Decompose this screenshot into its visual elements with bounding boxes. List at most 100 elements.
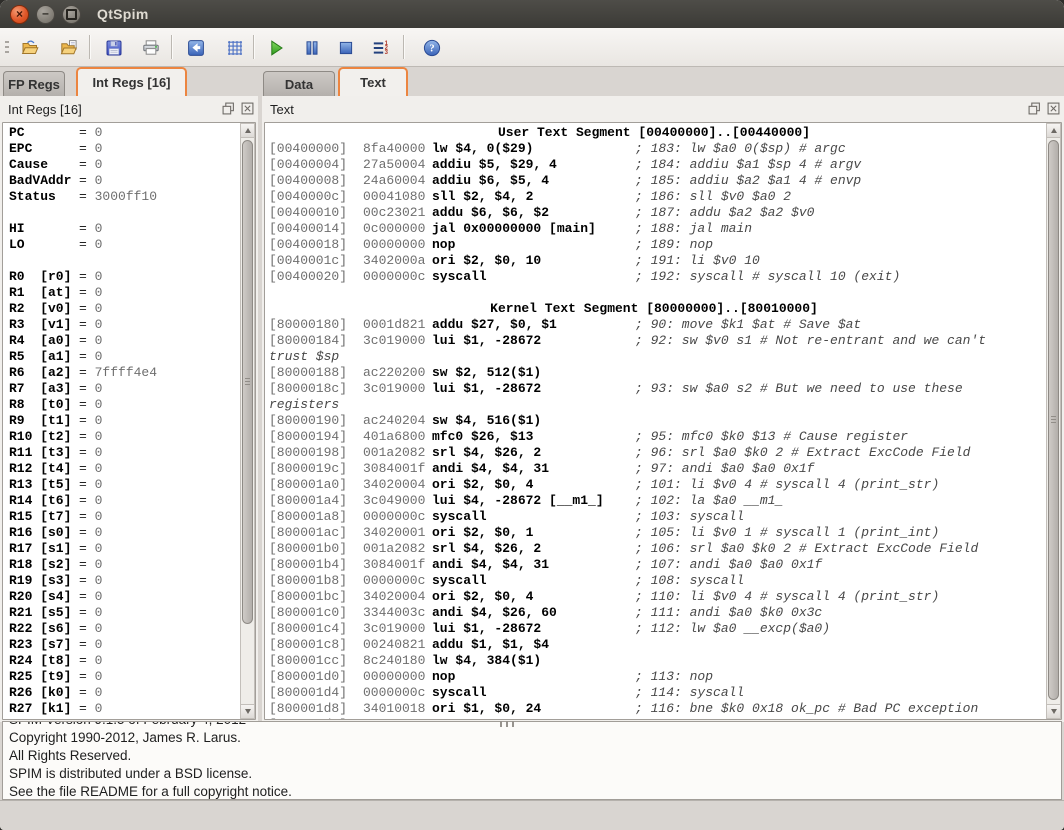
register-row: R0 [r0]= 0 [3, 269, 255, 285]
float-panel-icon[interactable] [222, 102, 235, 115]
register-list: PC = 0EPC = 0Cause= 0BadVAddr= 0Status= … [2, 122, 256, 720]
tab-text[interactable]: Text [338, 67, 408, 96]
scroll-up-arrow[interactable] [241, 124, 254, 138]
code-row: [800001d8]34010018ori $1, $0, 24; 116: b… [265, 701, 1061, 717]
code-row: [800001a8]0000000csyscall; 103: syscall [265, 509, 1061, 525]
close-panel-icon[interactable] [1047, 102, 1060, 115]
status-bar [0, 800, 1064, 830]
code-continuation-line: registers [265, 397, 1061, 413]
scrollbar-thumb[interactable] [1048, 140, 1059, 700]
close-window-button[interactable]: × [10, 5, 29, 24]
maximize-icon [66, 9, 77, 20]
register-row: R8 [t0]= 0 [3, 397, 255, 413]
single-step-button[interactable]: 123 [367, 34, 395, 61]
register-row: R21 [s5]= 0 [3, 605, 255, 621]
reinitialize-and-load-button[interactable] [55, 34, 83, 61]
scroll-down-arrow[interactable] [1047, 704, 1060, 718]
code-row: [80000188]ac220200sw $2, 512($1) [265, 365, 1061, 381]
save-log-button[interactable] [100, 34, 128, 61]
register-row: LO = 0 [3, 237, 255, 253]
stop-icon [336, 38, 356, 58]
register-row: Status= 3000ff10 [3, 189, 255, 205]
code-row: [800001c0]3344003candi $4, $26, 60; 111:… [265, 605, 1061, 621]
code-row: [0040000c]00041080sll $2, $4, 2; 186: sl… [265, 189, 1061, 205]
tab-int-regs[interactable]: Int Regs [16] [76, 67, 187, 96]
console-line: See the file README for a full copyright… [9, 783, 1055, 800]
code-row: [80000184]3c019000lui $1, -28672; 92: sw… [265, 333, 1061, 349]
int-regs-panel: Int Regs [16] PC = 0EPC = 0Cause= 0BadVA… [0, 96, 258, 722]
folder-file-icon [59, 38, 79, 58]
register-row: R11 [t3]= 0 [3, 445, 255, 461]
back-arrow-icon [186, 38, 206, 58]
register-row: R24 [t8]= 0 [3, 653, 255, 669]
console-line: SPIM Version 9.1.5 of February 4, 2012 [9, 721, 1055, 729]
code-row: [800001b0]001a2082srl $4, $26, 2; 106: s… [265, 541, 1061, 557]
code-row: [80000190]ac240204sw $4, 516($1) [265, 413, 1061, 429]
register-row-blank [3, 253, 255, 269]
scrollbar-thumb[interactable] [242, 140, 253, 624]
open-file-button[interactable] [16, 34, 44, 61]
code-row: [00400020]0000000csyscall; 192: syscall … [265, 269, 1061, 285]
register-row: R1 [at]= 0 [3, 285, 255, 301]
tab-label: Text [360, 75, 386, 90]
minimize-window-button[interactable]: – [36, 5, 55, 24]
console-line: All Rights Reserved. [9, 747, 1055, 765]
console-line: SPIM is distributed under a BSD license. [9, 765, 1055, 783]
code-row: [00400004]27a50004addiu $5, $29, 4; 184:… [265, 157, 1061, 173]
tab-data[interactable]: Data [263, 71, 335, 96]
toolbar-separator [171, 35, 173, 59]
help-button[interactable]: ? [418, 34, 446, 61]
register-row: R26 [k0]= 0 [3, 685, 255, 701]
stop-button[interactable] [332, 34, 360, 61]
help-icon: ? [422, 38, 442, 58]
qtspim-window: × – QtSpim [0, 0, 1064, 830]
window-title: QtSpim [97, 6, 149, 22]
register-row: HI = 0 [3, 221, 255, 237]
code-row: [8000019c]3084001fandi $4, $4, 31; 97: a… [265, 461, 1061, 477]
tab-fp-regs[interactable]: FP Regs [3, 71, 65, 96]
text-scrollbar[interactable] [1046, 123, 1061, 719]
pause-button[interactable] [298, 34, 326, 61]
run-button[interactable] [262, 34, 290, 61]
play-icon [266, 38, 286, 58]
reinitialize-simulator-button[interactable] [221, 34, 249, 61]
numbered-list-icon: 123 [371, 38, 391, 58]
code-row: [800001b8]0000000csyscall; 108: syscall [265, 573, 1061, 589]
clear-registers-button[interactable] [182, 34, 210, 61]
floppy-save-icon [104, 38, 124, 58]
close-icon: × [16, 8, 23, 20]
splitter-handle[interactable] [494, 721, 520, 727]
float-panel-icon[interactable] [1028, 102, 1041, 115]
register-row: R22 [s6]= 0 [3, 621, 255, 637]
register-row: R13 [t5]= 0 [3, 477, 255, 493]
register-row: R5 [a1]= 0 [3, 349, 255, 365]
maximize-window-button[interactable] [62, 5, 81, 24]
register-row: R18 [s2]= 0 [3, 557, 255, 573]
svg-text:?: ? [429, 43, 434, 54]
toolbar-handle[interactable] [5, 41, 9, 55]
register-row: R6 [a2]= 7ffff4e4 [3, 365, 255, 381]
svg-text:3: 3 [385, 50, 389, 56]
register-row: BadVAddr= 0 [3, 173, 255, 189]
register-row: R16 [s0]= 0 [3, 525, 255, 541]
code-row: [00400008]24a60004addiu $6, $5, 4; 185: … [265, 173, 1061, 189]
console-line: Copyright 1990-2012, James R. Larus. [9, 729, 1055, 747]
toolbar-separator [89, 35, 91, 59]
close-panel-icon[interactable] [241, 102, 254, 115]
code-row: [800001a0]34020004ori $2, $0, 4; 101: li… [265, 477, 1061, 493]
register-row: EPC = 0 [3, 141, 255, 157]
disassembly-listing: User Text Segment [00400000]..[00440000]… [264, 122, 1062, 720]
text-panel-titlebar: Text [262, 96, 1064, 122]
toolbar: 123 ? [0, 28, 1064, 67]
scroll-up-arrow[interactable] [1047, 124, 1060, 138]
registers-scrollbar[interactable] [240, 123, 255, 719]
register-row: R3 [v1]= 0 [3, 317, 255, 333]
minimize-icon: – [42, 7, 49, 19]
scroll-down-arrow[interactable] [241, 704, 254, 718]
print-button[interactable] [137, 34, 165, 61]
register-row: R14 [t6]= 0 [3, 493, 255, 509]
code-row: [00400000]8fa40000lw $4, 0($29); 183: lw… [265, 141, 1061, 157]
segment-header: User Text Segment [00400000]..[00440000] [265, 125, 1061, 141]
code-row: [80000198]001a2082srl $4, $26, 2; 96: sr… [265, 445, 1061, 461]
code-row: [80000180]0001d821addu $27, $0, $1; 90: … [265, 317, 1061, 333]
